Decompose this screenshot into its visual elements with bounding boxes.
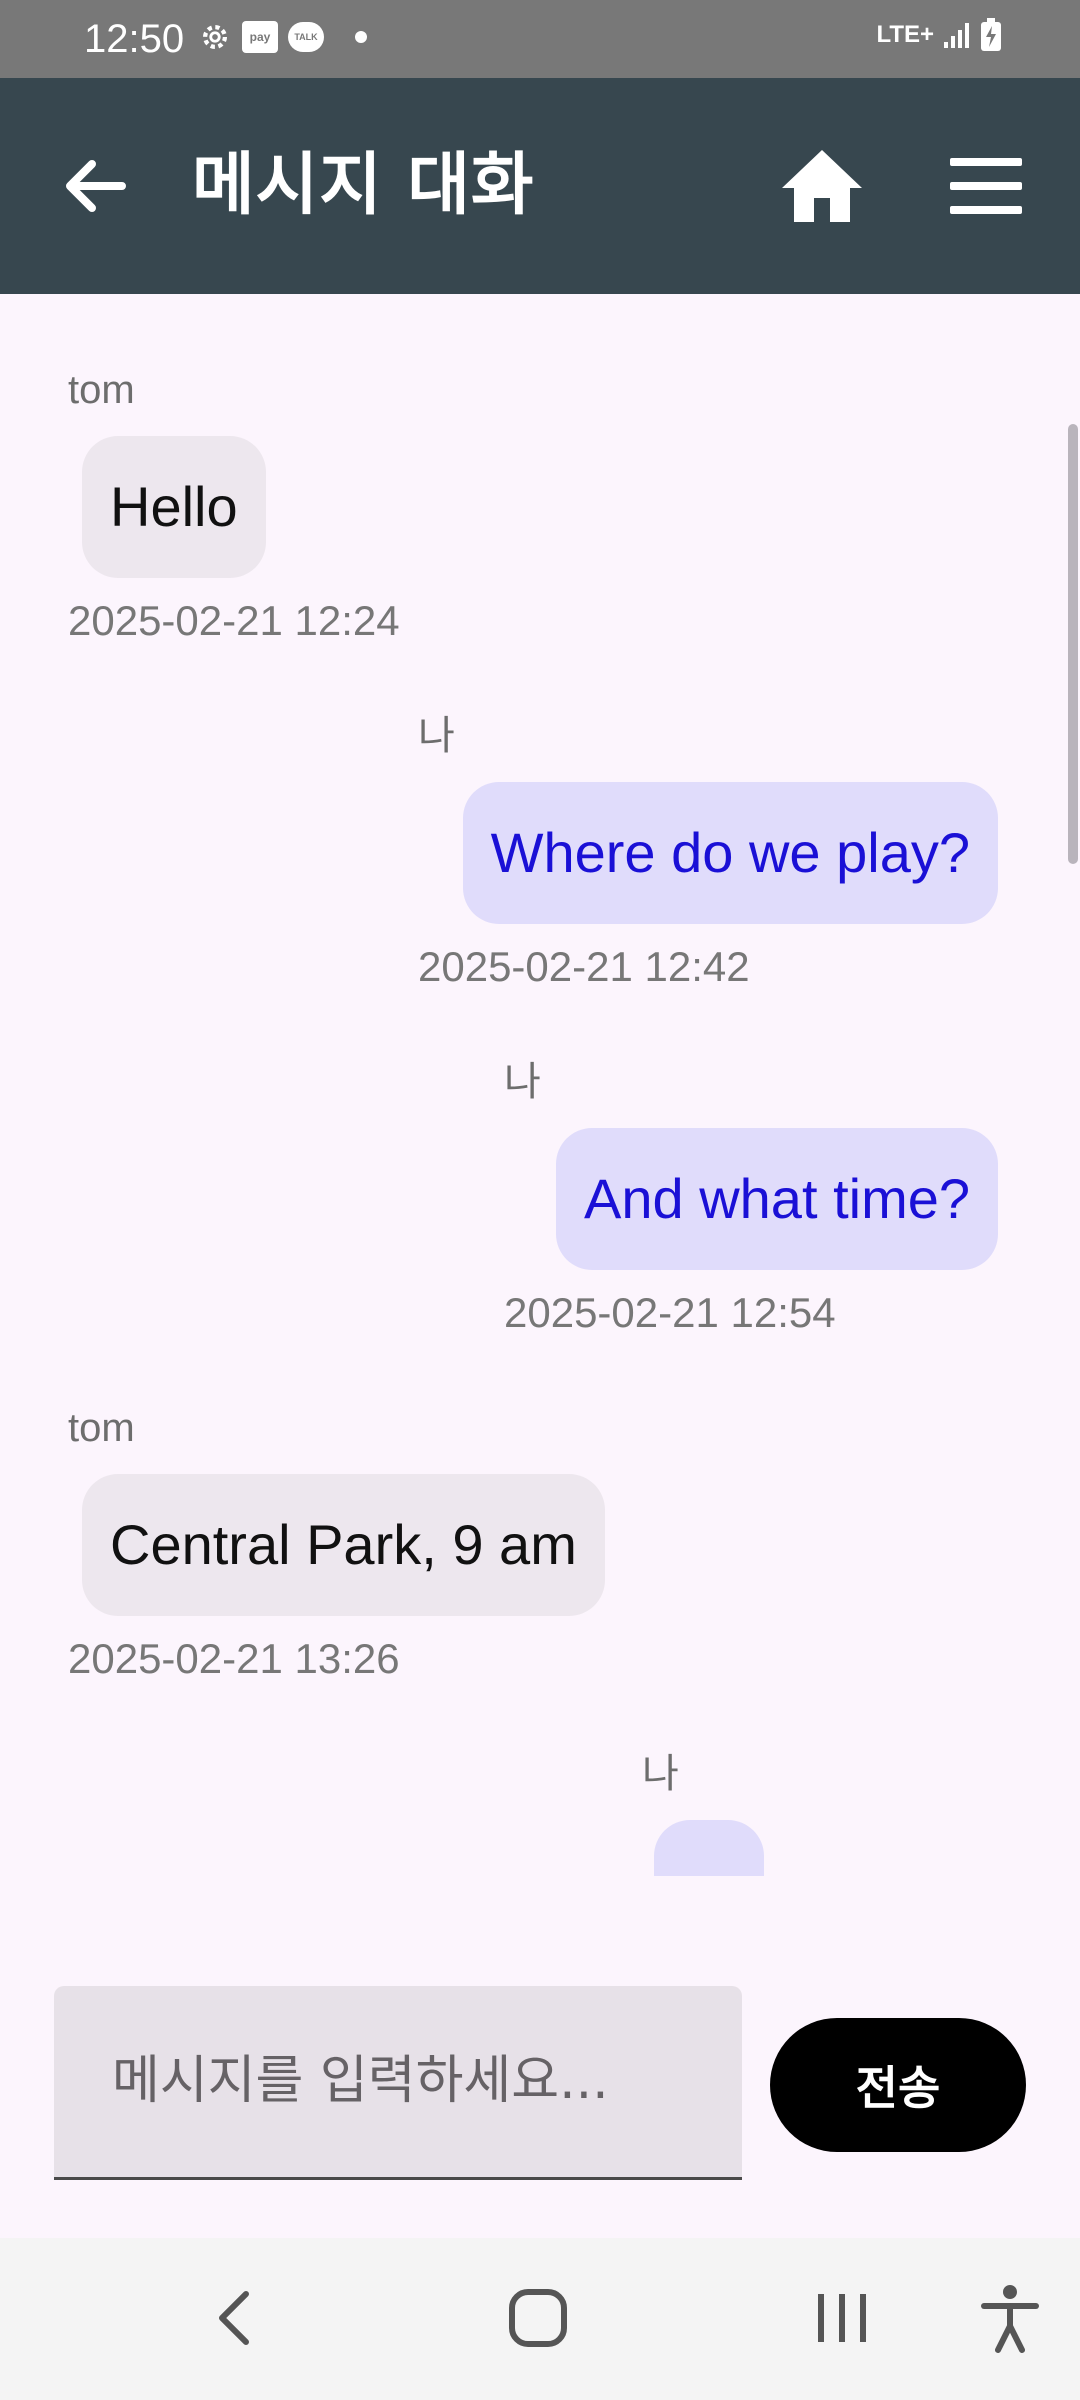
talk-icon: TALK (288, 22, 324, 52)
message-sender: tom (68, 368, 135, 412)
pay-icon: pay (242, 21, 278, 53)
message-bubble-outgoing[interactable]: Where do we play? (462, 782, 998, 924)
nav-back-icon[interactable] (196, 2278, 276, 2358)
message-sender: 나 (418, 714, 455, 758)
message-timestamp: 2025-02-21 12:24 (68, 597, 400, 644)
message-bubble-incoming[interactable]: Hello (82, 436, 266, 578)
scrollbar[interactable] (1068, 424, 1078, 864)
hamburger-menu-icon[interactable] (946, 152, 1026, 220)
message-bubble-outgoing-partial[interactable] (654, 1820, 764, 1876)
pay-icon-label: pay (249, 30, 271, 44)
gear-icon (198, 20, 232, 54)
message-list[interactable]: tom Hello 2025-02-21 12:24 나 Where do we… (0, 294, 1080, 1876)
send-button[interactable]: 전송 (770, 2018, 1026, 2152)
dot-icon (354, 30, 368, 44)
arrow-back-icon[interactable] (56, 146, 136, 226)
nav-home-icon[interactable] (498, 2278, 578, 2358)
system-nav-bar (0, 2238, 1080, 2400)
signal-icon (942, 20, 972, 50)
battery-charging-icon (980, 18, 1002, 52)
message-input[interactable] (110, 2032, 714, 2130)
network-label: LTE+ (876, 21, 934, 48)
nav-recents-icon[interactable] (802, 2278, 882, 2358)
message-timestamp: 2025-02-21 12:42 (418, 943, 750, 990)
status-bar: 12:50 pay TALK LTE+ (0, 0, 1080, 78)
home-icon[interactable] (780, 146, 864, 226)
message-timestamp: 2025-02-21 13:26 (68, 1635, 400, 1682)
message-timestamp: 2025-02-21 12:54 (504, 1289, 836, 1336)
message-sender: 나 (642, 1752, 679, 1796)
message-sender: 나 (504, 1060, 541, 1104)
talk-icon-label: TALK (294, 32, 318, 42)
status-notification-icons: pay TALK (198, 20, 368, 54)
message-input-container[interactable] (54, 1986, 742, 2180)
accessibility-icon[interactable] (970, 2278, 1050, 2358)
message-bubble-outgoing[interactable]: And what time? (556, 1128, 998, 1270)
status-time: 12:50 (84, 17, 185, 61)
page-title: 메시지 대화 (192, 146, 535, 225)
status-system-icons: LTE+ (876, 18, 1002, 52)
message-bubble-incoming[interactable]: Central Park, 9 am (82, 1474, 605, 1616)
app-bar: 메시지 대화 (0, 78, 1080, 294)
message-sender: tom (68, 1406, 135, 1450)
